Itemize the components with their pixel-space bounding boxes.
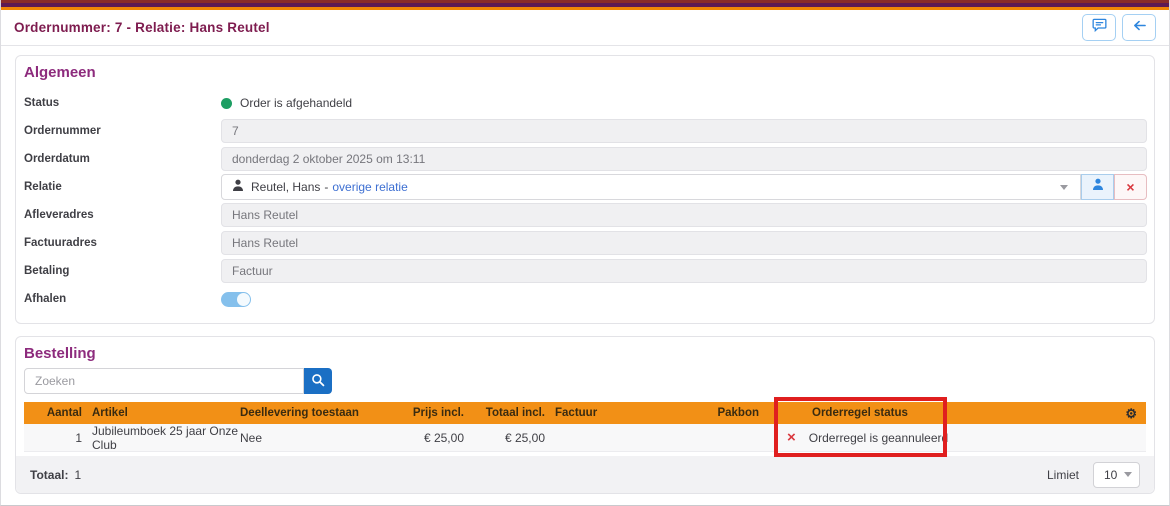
afhalen-row: Afhalen	[24, 285, 1147, 313]
search-input[interactable]	[24, 368, 304, 394]
status-row: Status Order is afgehandeld	[24, 89, 1147, 117]
relatie-input-group: Reutel, Hans - overige relatie ×	[221, 174, 1147, 200]
view-relation-button[interactable]	[1081, 174, 1114, 200]
comments-button[interactable]	[1082, 14, 1116, 41]
relatie-name: Reutel, Hans	[251, 180, 320, 194]
column-header-prijs[interactable]: Prijs incl.	[410, 407, 464, 419]
cell-prijs: € 25,00	[410, 431, 464, 445]
total-wrap: Totaal: 1	[30, 468, 81, 482]
general-panel: Algemeen Status Order is afgehandeld Ord…	[15, 55, 1155, 324]
person-icon	[1092, 178, 1104, 196]
comment-icon	[1092, 18, 1107, 37]
orderdatum-field[interactable]: donderdag 2 oktober 2025 om 13:11	[221, 147, 1147, 171]
factuuradres-field[interactable]: Hans Reutel	[221, 231, 1147, 255]
status-text: Order is afgehandeld	[240, 96, 352, 110]
column-header-factuur[interactable]: Factuur	[545, 407, 684, 419]
column-header-totaal[interactable]: Totaal incl.	[464, 407, 545, 419]
column-header-orderregel-status[interactable]: Orderregel status	[759, 407, 1009, 419]
total-value: 1	[74, 468, 81, 482]
cell-aantal: 1	[24, 431, 82, 445]
afhalen-toggle[interactable]	[221, 292, 251, 307]
limit-select[interactable]: 10	[1093, 462, 1140, 488]
general-panel-title: Algemeen	[24, 64, 1146, 81]
column-header-pakbon[interactable]: Pakbon	[684, 407, 759, 419]
relatie-row: Relatie Reutel, Hans - overige relatie	[24, 173, 1147, 201]
column-header-deellevering[interactable]: Deellevering toestaan	[240, 407, 410, 419]
limit-value: 10	[1104, 468, 1117, 482]
order-panel: Bestelling Aantal Artikel Deellevering t…	[15, 336, 1155, 494]
relatie-label: Relatie	[24, 181, 221, 193]
betaling-row: Betaling Factuur	[24, 257, 1147, 285]
chevron-down-icon	[1124, 472, 1132, 477]
afleveradres-row: Afleveradres Hans Reutel	[24, 201, 1147, 229]
table-row[interactable]: 1 Jubileumboek 25 jaar Onze Club Nee € 2…	[24, 424, 1146, 452]
afleveradres-label: Afleveradres	[24, 209, 221, 221]
afleveradres-field[interactable]: Hans Reutel	[221, 203, 1147, 227]
ordernummer-field[interactable]: 7	[221, 119, 1147, 143]
table-footer: Totaal: 1 Limiet 10	[16, 456, 1154, 493]
cell-artikel: Jubileumboek 25 jaar Onze Club	[82, 424, 240, 452]
factuuradres-row: Factuuradres Hans Reutel	[24, 229, 1147, 257]
ordernummer-row: Ordernummer 7	[24, 117, 1147, 145]
cell-totaal: € 25,00	[464, 431, 545, 445]
afhalen-label: Afhalen	[24, 293, 221, 305]
person-icon	[232, 179, 244, 195]
betaling-label: Betaling	[24, 265, 221, 277]
clear-relation-button[interactable]: ×	[1114, 174, 1147, 200]
titlebar-actions	[1082, 14, 1156, 41]
limit-wrap: Limiet 10	[1047, 462, 1140, 488]
factuuradres-label: Factuuradres	[24, 237, 221, 249]
ordernummer-label: Ordernummer	[24, 125, 221, 137]
betaling-field[interactable]: Factuur	[221, 259, 1147, 283]
status-value: Order is afgehandeld	[221, 96, 1147, 110]
cancelled-x-icon: ×	[787, 430, 796, 445]
main-content: Algemeen Status Order is afgehandeld Ord…	[1, 46, 1169, 494]
search-button[interactable]	[304, 368, 332, 394]
search-bar	[24, 368, 1146, 394]
status-green-dot-icon	[221, 98, 232, 109]
column-header-aantal[interactable]: Aantal	[24, 407, 82, 419]
search-icon	[311, 373, 325, 390]
title-bar: Ordernummer: 7 - Relatie: Hans Reutel	[1, 10, 1169, 46]
relatie-separator: -	[324, 180, 328, 194]
relatie-select[interactable]: Reutel, Hans - overige relatie	[221, 174, 1081, 200]
table-header-row: Aantal Artikel Deellevering toestaan Pri…	[24, 402, 1146, 424]
chevron-down-icon	[1060, 185, 1068, 190]
orderdatum-label: Orderdatum	[24, 153, 221, 165]
orderregel-status-text: Orderregel is geannuleerd	[809, 431, 948, 445]
relatie-type-link[interactable]: overige relatie	[332, 180, 407, 194]
gear-icon[interactable]: ⚙	[1125, 407, 1137, 420]
status-label: Status	[24, 97, 221, 109]
cell-deellevering: Nee	[240, 431, 410, 445]
limit-label: Limiet	[1047, 468, 1079, 482]
arrow-left-icon	[1132, 19, 1147, 37]
column-header-artikel[interactable]: Artikel	[82, 407, 240, 419]
total-label: Totaal:	[30, 468, 68, 482]
page-title: Ordernummer: 7 - Relatie: Hans Reutel	[14, 20, 270, 35]
general-form: Status Order is afgehandeld Ordernummer …	[16, 87, 1154, 323]
orderdatum-row: Orderdatum donderdag 2 oktober 2025 om 1…	[24, 145, 1147, 173]
close-icon: ×	[1126, 179, 1134, 195]
back-button[interactable]	[1122, 14, 1156, 41]
cell-orderregel-status: × Orderregel is geannuleerd	[759, 430, 1009, 445]
order-lines-table: Aantal Artikel Deellevering toestaan Pri…	[24, 402, 1146, 452]
order-panel-title: Bestelling	[24, 345, 1146, 362]
